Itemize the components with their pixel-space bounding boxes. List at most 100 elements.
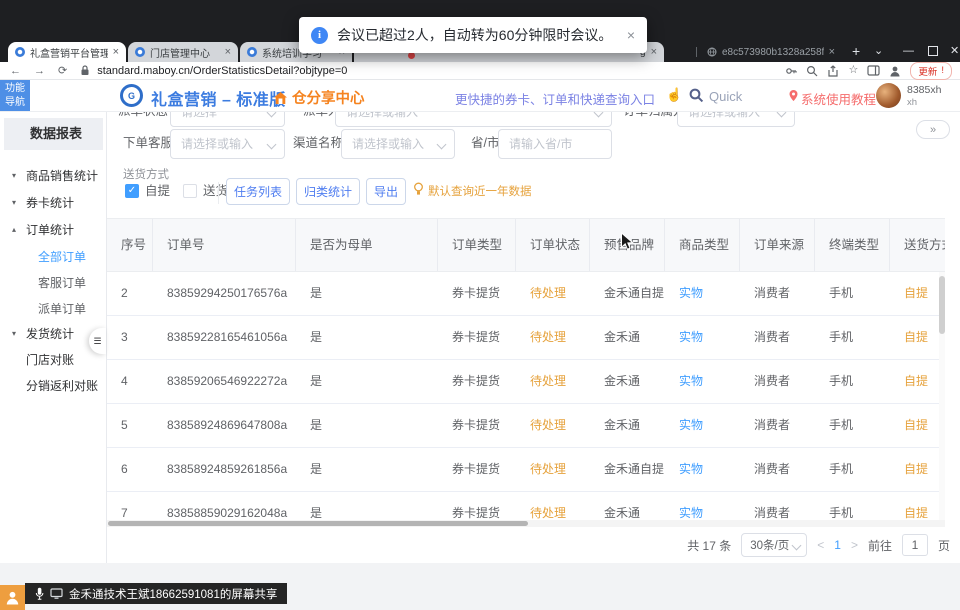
browser-tab-active[interactable]: 礼盒营销平台管理中心 × (8, 42, 126, 62)
chevron-down-icon: ▾ (12, 322, 16, 346)
urlbar-actions: ☆ 更新 ! (785, 62, 952, 80)
cell-product-type[interactable]: 实物 (665, 448, 740, 491)
sidebar-item-order-stats[interactable]: ▴ 订单统计 (0, 218, 107, 242)
profile-icon[interactable] (889, 65, 901, 77)
cell-order-source: 消费者 (740, 360, 815, 403)
filter-select-order-service[interactable]: 请选择或输入 (170, 129, 285, 159)
total-count-label: 共 17 条 (687, 537, 731, 554)
browser-update-button[interactable]: 更新 ! (910, 62, 952, 80)
share-icon[interactable] (827, 65, 839, 77)
cell-product-type[interactable]: 实物 (665, 492, 740, 520)
quick-entry-tip: 更快捷的券卡、订单和快递查询入口 (455, 89, 655, 108)
window-minimize-button[interactable]: — (903, 45, 914, 57)
key-icon[interactable] (785, 65, 797, 77)
col-order-status: 订单状态 (516, 219, 590, 271)
quick-search-icon[interactable] (689, 88, 704, 103)
cell-terminal-type: 手机 (815, 492, 890, 520)
back-icon[interactable]: ← (10, 63, 21, 79)
page-size-select[interactable]: 30条/页 (741, 533, 807, 557)
function-nav-button[interactable]: 功能 导航 (0, 80, 30, 111)
app-logo: G (120, 84, 143, 107)
app-title: 礼盒营销 – 标准版 (151, 86, 286, 110)
cell-is-parent: 是 (296, 272, 438, 315)
cell-delivery-method: 自提 (890, 360, 945, 403)
checkbox-delivery[interactable] (183, 184, 197, 198)
person-icon (5, 590, 20, 605)
share-center-link[interactable]: 仓分享中心 (273, 87, 365, 108)
cell-order-status: 待处理 (516, 448, 590, 491)
cell-order-source: 消费者 (740, 316, 815, 359)
checkbox-self-pickup-label: 自提 (145, 182, 170, 200)
sidebar-item-rebate-reconcile[interactable]: 分销返利对账 (0, 374, 107, 398)
sidebar-item-product-sales[interactable]: ▾ 商品销售统计 (0, 164, 107, 188)
toast-close-icon[interactable]: × (627, 27, 635, 43)
tab-favicon-icon (15, 47, 25, 57)
horizontal-scrollbar-thumb[interactable] (108, 521, 528, 526)
filter-select-channel-name[interactable]: 请选择或输入 (341, 129, 455, 159)
new-tab-button[interactable]: + (852, 43, 860, 59)
cell-presale-brand: 金禾通自提 (590, 272, 665, 315)
goto-page-input[interactable] (902, 534, 928, 556)
browser-tab[interactable]: 门店管理中心 × (128, 42, 238, 62)
sidebar-item-service-orders[interactable]: 客服订单 (0, 271, 107, 295)
quick-search-label[interactable]: Quick (709, 89, 742, 104)
next-page-button[interactable]: > (851, 538, 858, 552)
cell-terminal-type: 手机 (815, 272, 890, 315)
cell-order-type: 券卡提货 (438, 360, 516, 403)
prev-page-button[interactable]: < (817, 538, 824, 552)
browser-tab[interactable]: e8c573980b1328a258fd2e618 × (700, 42, 842, 62)
cell-presale-brand: 金禾通 (590, 316, 665, 359)
cell-order-type: 券卡提货 (438, 492, 516, 520)
cell-product-type[interactable]: 实物 (665, 272, 740, 315)
cell-delivery-method: 自提 (890, 448, 945, 491)
goto-label: 前往 (868, 537, 892, 554)
col-terminal-type: 终端类型 (815, 219, 890, 271)
window-maximize-button[interactable] (928, 46, 938, 56)
sidebar-item-card-stats[interactable]: ▾ 券卡统计 (0, 191, 107, 215)
cell-presale-brand: 金禾通 (590, 360, 665, 403)
table-row: 4 83859206546922272a 是 券卡提货 待处理 金禾通 实物 消… (107, 360, 945, 404)
user-avatar[interactable] (876, 83, 901, 108)
category-stats-button[interactable]: 归类统计 (296, 178, 360, 205)
task-list-button[interactable]: 任务列表 (226, 178, 290, 205)
table-body: 2 83859294250176576a 是 券卡提货 待处理 金禾通自提 实物… (107, 272, 945, 520)
window-close-button[interactable]: ✕ (950, 45, 959, 57)
cell-seq: 7 (107, 492, 153, 520)
sidebar-item-all-orders[interactable]: 全部订单 (0, 245, 107, 269)
tab-search-chevron-icon[interactable]: ⌄ (874, 45, 883, 57)
table-row: 6 83858924859261856a 是 券卡提货 待处理 金禾通自提 实物… (107, 448, 945, 492)
tab-close-icon[interactable]: × (651, 46, 657, 58)
bookmark-star-icon[interactable]: ☆ (848, 65, 858, 76)
zoom-icon[interactable] (806, 65, 818, 77)
cell-product-type[interactable]: 实物 (665, 316, 740, 359)
reload-icon[interactable]: ⟳ (58, 63, 67, 79)
house-icon (273, 91, 288, 105)
screen-share-text: 金禾通技术王斌18662591081的屏幕共享 (69, 586, 277, 602)
tab-close-icon[interactable]: × (829, 46, 835, 58)
forward-icon[interactable]: → (34, 63, 45, 79)
cell-seq: 2 (107, 272, 153, 315)
url-text[interactable]: standard.maboy.cn/OrderStatisticsDetail?… (97, 65, 347, 77)
province-city-input[interactable] (498, 129, 612, 159)
lock-icon (80, 65, 90, 76)
sidebar-item-store-reconcile[interactable]: 门店对账 (0, 348, 107, 372)
cell-is-parent: 是 (296, 316, 438, 359)
side-panel-icon[interactable] (867, 65, 880, 76)
tab-close-icon[interactable]: × (113, 46, 119, 58)
select-placeholder: 请选择或输入 (181, 137, 253, 151)
filter-expand-button[interactable]: » (916, 120, 950, 139)
checkbox-self-pickup[interactable]: ✓ (125, 184, 139, 198)
cell-order-source: 消费者 (740, 272, 815, 315)
tab-close-icon[interactable]: × (225, 46, 231, 58)
filter-label-province-city: 省/市 (471, 128, 499, 158)
export-button[interactable]: 导出 (366, 178, 406, 205)
system-tutorial-link[interactable]: 系统使用教程 (801, 89, 876, 108)
current-page[interactable]: 1 (834, 538, 841, 552)
vertical-scrollbar-thumb[interactable] (939, 276, 945, 334)
cell-order-status: 待处理 (516, 360, 590, 403)
sidebar-item-dispatch-orders[interactable]: 派单订单 (0, 297, 107, 321)
col-order-type: 订单类型 (438, 219, 516, 271)
cell-product-type[interactable]: 实物 (665, 360, 740, 403)
nav-toggle-line1: 功能 (5, 82, 25, 96)
cell-product-type[interactable]: 实物 (665, 404, 740, 447)
